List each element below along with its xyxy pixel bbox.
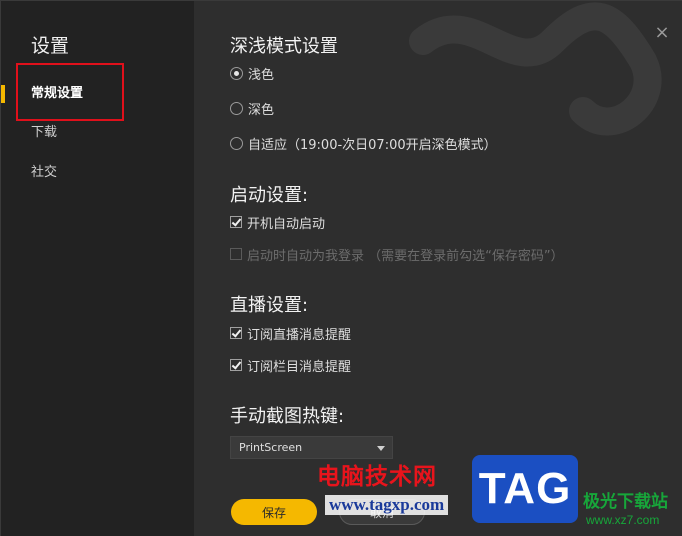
startup-autostart-checkbox[interactable]: 开机自动启动 [230, 212, 325, 232]
checkbox-checked-icon [230, 359, 242, 371]
column-subscribe-checkbox[interactable]: 订阅栏目消息提醒 [230, 355, 351, 375]
checkbox-unchecked-icon [230, 248, 242, 260]
hotkey-select[interactable]: PrintScreen [230, 436, 393, 459]
radio-checked-icon [230, 66, 243, 80]
hotkey-section-title: 手动截图热键: [230, 406, 345, 427]
radio-unchecked-icon [230, 136, 243, 150]
checkbox-checked-icon [230, 327, 242, 339]
watermark-url: www.tagxp.com [325, 495, 449, 515]
sidebar-item-download[interactable]: 下载 [1, 118, 194, 148]
annotation-highlight-box [16, 63, 124, 121]
theme-option-dark[interactable]: 深色 [230, 98, 274, 118]
sidebar-title: 设置 [31, 35, 70, 57]
theme-option-light[interactable]: 浅色 [230, 63, 274, 83]
checkbox-label: 开机自动启动 [247, 216, 326, 232]
startup-section-title: 启动设置: [230, 185, 309, 206]
checkbox-checked-icon [230, 216, 242, 228]
save-button[interactable]: 保存 [231, 499, 317, 525]
checkbox-label: 订阅栏目消息提醒 [247, 359, 352, 375]
live-subscribe-checkbox[interactable]: 订阅直播消息提醒 [230, 323, 351, 343]
theme-option-auto[interactable]: 自适应（19:00-次日07:00开启深色模式） [230, 133, 497, 153]
theme-option-label: 深色 [248, 102, 275, 118]
settings-window: 设置 常规设置 下载 社交 × 深浅模式设置 浅色 深色 自适应（19:00-次… [0, 0, 682, 536]
theme-option-label: 自适应（19:00-次日07:00开启深色模式） [248, 137, 497, 153]
hotkey-select-value: PrintScreen [239, 441, 303, 454]
theme-section-title: 深浅模式设置 [230, 36, 338, 57]
checkbox-label: 订阅直播消息提醒 [247, 327, 352, 343]
chevron-down-icon [377, 446, 385, 451]
watermark-tag-logo: TAG [472, 455, 578, 523]
theme-option-label: 浅色 [248, 67, 275, 83]
decorative-swirl [409, 2, 662, 136]
startup-autologin-checkbox[interactable]: 启动时自动为我登录 （需要在登录前勾选“保存密码”） [230, 244, 564, 264]
sidebar-item-social[interactable]: 社交 [1, 158, 194, 188]
watermark-site-name: 极光下载站 [583, 492, 668, 512]
radio-unchecked-icon [230, 101, 243, 115]
watermark-site-url: www.xz7.com [586, 513, 660, 527]
watermark-title: 电脑技术网 [317, 464, 437, 490]
checkbox-label: 启动时自动为我登录 （需要在登录前勾选“保存密码”） [247, 248, 564, 264]
live-section-title: 直播设置: [230, 295, 309, 316]
close-icon[interactable]: × [654, 24, 670, 42]
